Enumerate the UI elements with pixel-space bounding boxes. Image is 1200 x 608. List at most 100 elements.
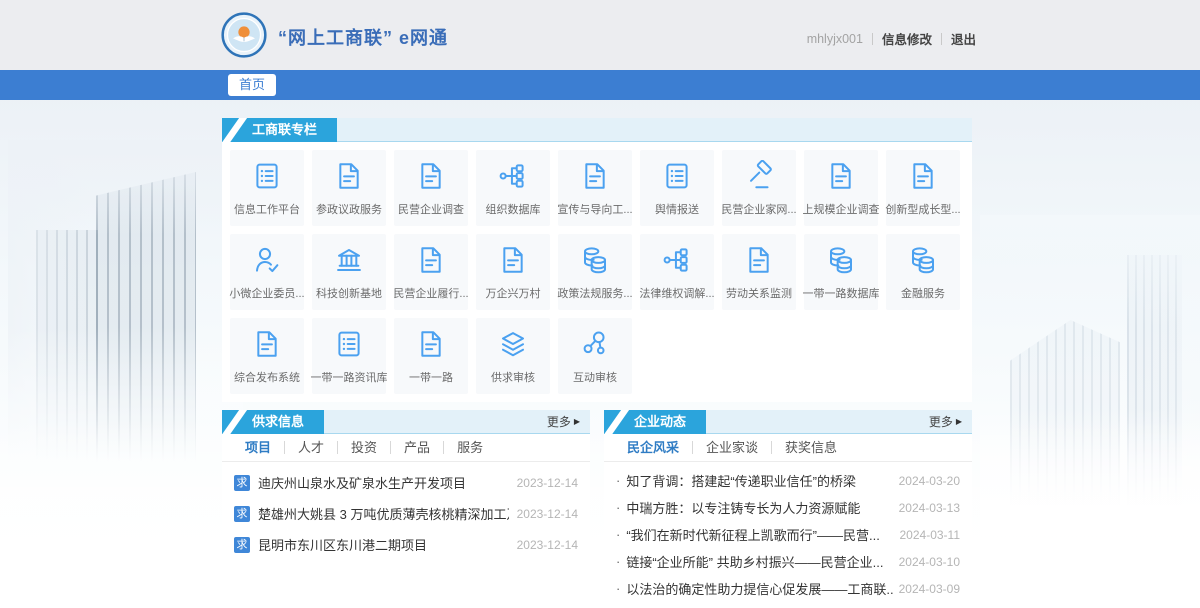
special-item-label: 参政议政服务 xyxy=(316,201,382,217)
special-item-label: 民营企业调查 xyxy=(398,201,464,217)
nav-home-button[interactable]: 首页 xyxy=(228,74,276,96)
news-list: ·知了背调：搭建起“传递职业信任”的桥梁2024-03-20 · 中瑞方胜：以专注铸… xyxy=(604,462,972,602)
news-item-title[interactable]: “我们在新时代新征程上凯歌而行”——民营... xyxy=(626,525,893,544)
news-panel-title: 企业动态 xyxy=(604,410,706,434)
special-item[interactable]: 舆情报送 xyxy=(640,150,714,226)
news-tabs-item[interactable]: 获奖信息 xyxy=(772,441,850,454)
seek-badge: 求 xyxy=(234,537,250,553)
special-item[interactable]: 民营企业履行... xyxy=(394,234,468,310)
supply-panel-header: 供求信息 更多 ▶ xyxy=(222,410,590,434)
special-item[interactable]: 互动审核 xyxy=(558,318,632,394)
seek-badge: 求 xyxy=(234,475,250,491)
special-item[interactable]: 劳动关系监测 xyxy=(722,234,796,310)
news-item-title[interactable]: 链接“企业所能” 共助乡村振兴——民营企业... xyxy=(626,552,892,571)
special-item-label: 一带一路数据库 xyxy=(803,285,880,301)
special-item[interactable]: 科技创新基地 xyxy=(312,234,386,310)
special-item[interactable]: 综合发布系统 xyxy=(230,318,304,394)
logout-link[interactable]: 退出 xyxy=(951,29,976,48)
bullet-icon: · xyxy=(616,500,620,515)
special-item[interactable]: 供求审核 xyxy=(476,318,550,394)
special-item[interactable]: 法律维权调解... xyxy=(640,234,714,310)
special-item[interactable]: 参政议政服务 xyxy=(312,150,386,226)
supply-tabs-item[interactable]: 项目 xyxy=(232,441,285,454)
news-item-date: 2024-03-10 xyxy=(899,555,960,569)
database-icon xyxy=(825,244,857,276)
news-panel-header: 企业动态 更多 ▶ xyxy=(604,410,972,434)
doc-icon xyxy=(333,160,365,192)
supply-item: 求昆明市东川区东川港二期项目2023-12-14 xyxy=(234,529,578,560)
news-item: ·以法治的确定性助力提信心促发展——工商联...2024-03-09 xyxy=(616,575,960,602)
doc-icon xyxy=(415,160,447,192)
special-item[interactable]: 信息工作平台 xyxy=(230,150,304,226)
special-item[interactable]: 万企兴万村 xyxy=(476,234,550,310)
special-grid: 信息工作平台参政议政服务民营企业调查组织数据库宣传与导向工...舆情报送民营企业… xyxy=(230,150,960,394)
site-logo-icon xyxy=(221,12,267,58)
news-item-title[interactable]: 以法治的确定性助力提信心促发展——工商联... xyxy=(626,579,892,598)
special-item[interactable]: 宣传与导向工... xyxy=(558,150,632,226)
news-more-label: 更多 xyxy=(929,410,953,434)
supply-item: 求楚雄州大姚县 3 万吨优质薄壳核桃精深加工及科...2023-12-14 xyxy=(234,498,578,529)
special-item[interactable]: 金融服务 xyxy=(886,234,960,310)
special-item-label: 信息工作平台 xyxy=(234,201,300,217)
news-item-title[interactable]: 中瑞方胜：以专注铸专长为人力资源赋能 xyxy=(626,498,892,517)
nodes-icon xyxy=(579,328,611,360)
supply-tabs-item[interactable]: 人才 xyxy=(285,441,338,454)
separator xyxy=(872,33,873,45)
org-icon xyxy=(497,160,529,192)
supply-more-link[interactable]: 更多 ▶ xyxy=(547,410,580,434)
special-panel-title: 工商联专栏 xyxy=(222,118,337,142)
special-item[interactable]: 一带一路 xyxy=(394,318,468,394)
special-item-label: 政策法规服务... xyxy=(557,285,632,301)
doc-icon xyxy=(743,244,775,276)
supply-item-title[interactable]: 昆明市东川区东川港二期项目 xyxy=(258,535,509,554)
special-item[interactable]: 一带一路资讯库 xyxy=(312,318,386,394)
edit-info-link[interactable]: 信息修改 xyxy=(882,29,932,48)
supply-item-title[interactable]: 楚雄州大姚县 3 万吨优质薄壳核桃精深加工及科... xyxy=(258,504,509,523)
doc-icon xyxy=(907,160,939,192)
news-tabs-item[interactable]: 企业家谈 xyxy=(693,441,772,454)
doc-icon xyxy=(415,244,447,276)
special-item-label: 一带一路资讯库 xyxy=(311,369,388,385)
special-item[interactable]: 小微企业委员... xyxy=(230,234,304,310)
special-item[interactable]: 民营企业家网... xyxy=(722,150,796,226)
supply-tabs-item[interactable]: 投资 xyxy=(338,441,391,454)
special-item[interactable]: 上规模企业调查 xyxy=(804,150,878,226)
nav-bar: 首页 xyxy=(0,70,1200,100)
news-item-title[interactable]: 知了背调：搭建起“传递职业信任”的桥梁 xyxy=(626,471,892,490)
user-area: mhlyjx001 信息修改 退出 xyxy=(807,29,976,48)
doc-list-icon xyxy=(661,160,693,192)
username: mhlyjx001 xyxy=(807,32,863,46)
supply-item-title[interactable]: 迪庆州山泉水及矿泉水生产开发项目 xyxy=(258,473,509,492)
supply-tabs-item[interactable]: 服务 xyxy=(444,441,496,454)
special-item-label: 互动审核 xyxy=(573,369,617,385)
doc-icon xyxy=(497,244,529,276)
news-item: ·中瑞方胜：以专注铸专长为人力资源赋能2024-03-13 xyxy=(616,494,960,521)
database-icon xyxy=(579,244,611,276)
doc-icon xyxy=(415,328,447,360)
seek-badge: 求 xyxy=(234,506,250,522)
special-item[interactable]: 组织数据库 xyxy=(476,150,550,226)
background-fog xyxy=(0,418,1200,608)
special-item-label: 创新型成长型... xyxy=(885,201,960,217)
supply-item-date: 2023-12-14 xyxy=(517,476,578,490)
special-panel-header: 工商联专栏 xyxy=(222,118,972,142)
special-item[interactable]: 一带一路数据库 xyxy=(804,234,878,310)
special-item-label: 小微企业委员... xyxy=(229,285,304,301)
special-item-label: 万企兴万村 xyxy=(486,285,541,301)
special-item[interactable]: 政策法规服务... xyxy=(558,234,632,310)
special-item[interactable]: 创新型成长型... xyxy=(886,150,960,226)
doc-icon xyxy=(251,328,283,360)
supply-tabs-item[interactable]: 产品 xyxy=(391,441,444,454)
special-item-label: 综合发布系统 xyxy=(234,369,300,385)
database-icon xyxy=(907,244,939,276)
news-item: ·知了背调：搭建起“传递职业信任”的桥梁2024-03-20 xyxy=(616,467,960,494)
special-item-label: 宣传与导向工... xyxy=(557,201,632,217)
news-tabs-item[interactable]: 民企风采 xyxy=(614,441,693,454)
special-item-label: 科技创新基地 xyxy=(316,285,382,301)
more-arrow-icon: ▶ xyxy=(574,410,580,434)
special-item-label: 供求审核 xyxy=(491,369,535,385)
special-item[interactable]: 民营企业调查 xyxy=(394,150,468,226)
supply-list: 求迪庆州山泉水及矿泉水生产开发项目2023-12-14求楚雄州大姚县 3 万吨优… xyxy=(222,462,590,560)
news-more-link[interactable]: 更多 ▶ xyxy=(929,410,962,434)
org-icon xyxy=(661,244,693,276)
